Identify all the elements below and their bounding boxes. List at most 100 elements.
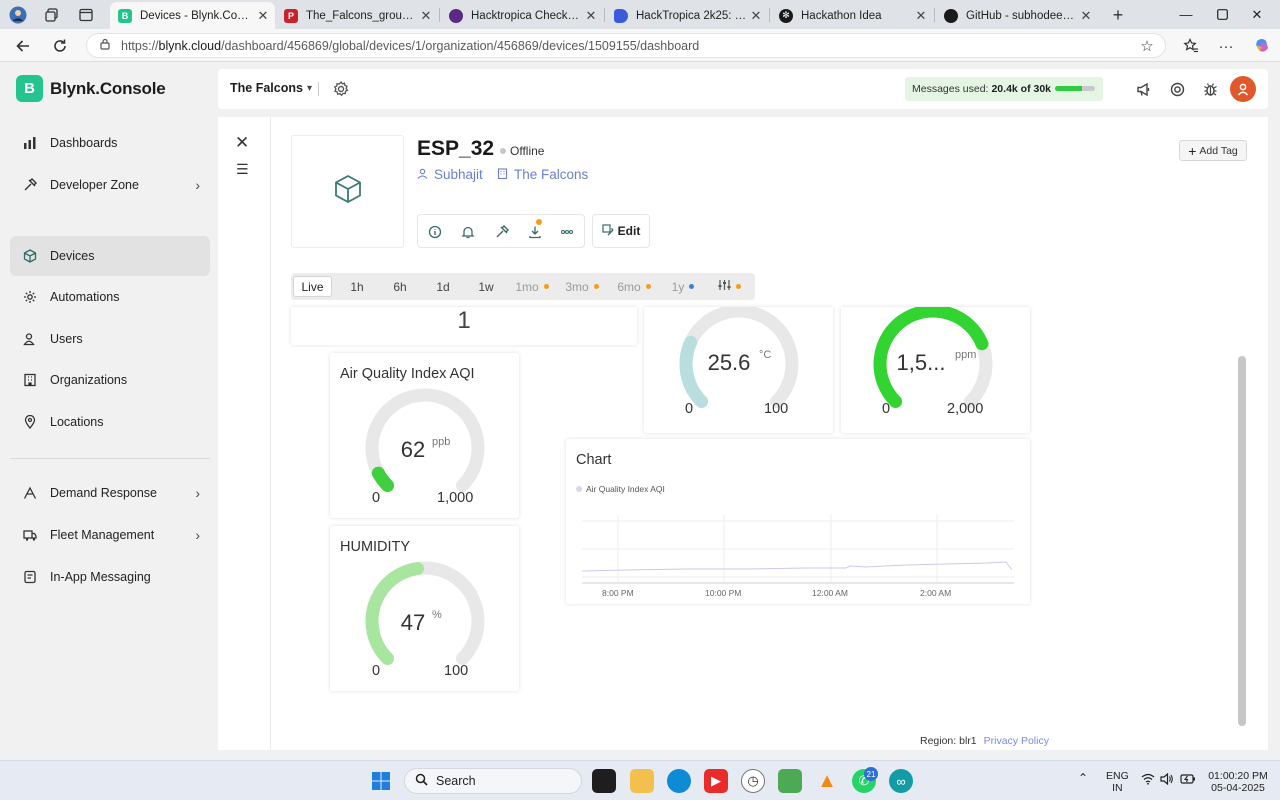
gas-gauge-widget[interactable]: 1,5... ppm 0 2,000: [841, 307, 1030, 433]
back-icon[interactable]: [12, 35, 34, 57]
chevron-right-icon: ›: [195, 527, 200, 543]
favorites-icon[interactable]: [1180, 35, 1202, 57]
sidebar-item-locations[interactable]: Locations: [10, 402, 210, 442]
file-explorer-icon[interactable]: [630, 769, 654, 793]
tab-actions-icon[interactable]: [76, 5, 96, 25]
info-icon[interactable]: [427, 224, 443, 240]
more-options-icon[interactable]: [559, 224, 575, 240]
counter-widget[interactable]: 1: [291, 307, 637, 345]
aqi-gauge-widget[interactable]: Air Quality Index AQI 62 ppb 0 1,000: [330, 353, 519, 518]
panel-rail: ✕ ☰: [218, 117, 271, 750]
sidebar-item-fleet-management[interactable]: Fleet Management ›: [10, 515, 210, 555]
sidebar-item-demand-response[interactable]: Demand Response ›: [10, 473, 210, 513]
range-live[interactable]: Live: [293, 276, 332, 297]
temperature-unit: °C: [759, 349, 772, 361]
vlc-icon[interactable]: ▲: [815, 769, 839, 793]
sliders-icon: [718, 279, 731, 294]
address-bar[interactable]: https://blynk.cloud/dashboard/456869/glo…: [86, 33, 1166, 58]
user-avatar[interactable]: [1230, 76, 1256, 102]
close-panel-icon[interactable]: ✕: [235, 133, 249, 153]
profile-icon[interactable]: [8, 5, 28, 25]
privacy-policy-link[interactable]: Privacy Policy: [984, 735, 1049, 747]
workspaces-icon[interactable]: [42, 5, 62, 25]
refresh-icon[interactable]: [49, 35, 71, 57]
sidebar-item-users[interactable]: Users: [10, 319, 210, 359]
settings-gear-icon[interactable]: [332, 80, 350, 98]
premium-dot: [735, 284, 741, 289]
edit-dashboard-button[interactable]: Edit: [592, 214, 650, 248]
sidebar-item-dashboards[interactable]: Dashboards: [10, 123, 210, 163]
browser-toolbar: https://blynk.cloud/dashboard/456869/glo…: [0, 29, 1280, 62]
tab-github[interactable]: GitHub - subhodeepmaje ✕: [936, 2, 1098, 29]
volume-icon[interactable]: [1160, 772, 1174, 788]
close-tab-icon[interactable]: ✕: [255, 8, 271, 24]
range-1h[interactable]: 1h: [337, 276, 377, 297]
clock[interactable]: 01:00:20 PM 05-04-2025: [1205, 770, 1271, 794]
taskbar-search[interactable]: Search: [404, 768, 582, 794]
sidebar-item-organizations[interactable]: Organizations: [10, 360, 210, 400]
show-hidden-icons-icon[interactable]: ⌃: [1078, 772, 1088, 784]
site-info-icon[interactable]: [99, 38, 111, 53]
counter-value: 1: [457, 307, 471, 334]
range-6mo[interactable]: 6mo: [611, 276, 657, 297]
sidebar-item-in-app-messaging[interactable]: In-App Messaging: [10, 557, 210, 597]
arduino-icon[interactable]: ∞: [889, 769, 913, 793]
copilot-icon[interactable]: [1251, 35, 1273, 57]
humidity-gauge-widget[interactable]: HUMIDITY 47 % 0 100: [330, 526, 519, 691]
edge-browser-icon[interactable]: [667, 769, 691, 793]
organization-selector[interactable]: The Falcons ▾: [230, 81, 312, 95]
close-tab-icon[interactable]: ✕: [1078, 8, 1094, 24]
sidebar-item-developer-zone[interactable]: Developer Zone ›: [10, 165, 210, 205]
device-org-link[interactable]: The Falcons: [497, 167, 588, 182]
temperature-gauge-widget[interactable]: 25.6 °C 0 100: [644, 307, 833, 433]
language-indicator[interactable]: ENG IN: [1106, 770, 1129, 794]
chatgpt-favicon-icon: ✻: [779, 8, 793, 23]
wifi-icon[interactable]: [1141, 773, 1155, 788]
scrollbar[interactable]: [1238, 356, 1246, 726]
range-1y[interactable]: 1y: [663, 276, 703, 297]
x-tick: 8:00 PM: [602, 588, 634, 598]
device-owner-link[interactable]: Subhajit: [417, 167, 483, 182]
tab-blynk-devices[interactable]: B Devices - Blynk.Console ✕: [110, 2, 275, 29]
clock-app-icon[interactable]: ◷: [741, 769, 765, 793]
new-tab-icon[interactable]: +: [1108, 5, 1128, 25]
sidebar-item-automations[interactable]: Automations: [10, 277, 210, 317]
range-custom[interactable]: [709, 276, 749, 297]
tab-hackathon-idea[interactable]: ✻ Hackathon Idea ✕: [771, 2, 933, 29]
close-tab-icon[interactable]: ✕: [583, 8, 599, 24]
sidebar-item-devices[interactable]: Devices: [10, 236, 210, 276]
chart-widget[interactable]: Chart Air Quality Index AQI 8:00 PM 10:0…: [566, 439, 1030, 604]
hacktropica-favicon-icon: [449, 8, 463, 23]
range-1mo[interactable]: 1mo: [509, 276, 555, 297]
close-window-icon[interactable]: ✕: [1234, 0, 1280, 29]
help-lifebuoy-icon[interactable]: [1169, 81, 1185, 97]
tab-falcons-pdf[interactable]: P The_Falcons_group[1].pdf ✕: [276, 2, 438, 29]
megaphone-icon[interactable]: [1135, 81, 1151, 97]
footer: Region: blr1 Privacy Policy: [920, 735, 1049, 747]
menu-icon[interactable]: ☰: [236, 161, 249, 178]
add-tag-button[interactable]: + Add Tag: [1179, 140, 1247, 161]
more-options-icon[interactable]: ···: [1215, 35, 1237, 57]
range-3mo[interactable]: 3mo: [559, 276, 605, 297]
tools-icon[interactable]: [494, 224, 510, 240]
tab-hacktropica-checkpoint[interactable]: Hacktropica Checkpoint U ✕: [441, 2, 603, 29]
sidebar: B Blynk.Console Dashboards Developer Zon…: [0, 62, 218, 760]
tab-hacktropica-dashboard[interactable]: HackTropica 2k25: Dashb ✕: [606, 2, 768, 29]
battery-icon[interactable]: [1180, 773, 1196, 788]
blynk-logo[interactable]: B Blynk.Console: [16, 75, 166, 102]
bug-report-icon[interactable]: [1202, 81, 1218, 97]
bell-icon[interactable]: [460, 224, 476, 240]
close-tab-icon[interactable]: ✕: [418, 8, 434, 24]
task-view-icon[interactable]: [592, 769, 616, 793]
download-icon[interactable]: [527, 224, 543, 240]
range-1w[interactable]: 1w: [466, 276, 506, 297]
youtube-icon[interactable]: ▶: [704, 769, 728, 793]
windows-start-icon[interactable]: [369, 769, 393, 793]
close-tab-icon[interactable]: ✕: [748, 8, 764, 24]
photos-app-icon[interactable]: [778, 769, 802, 793]
range-1d[interactable]: 1d: [423, 276, 463, 297]
favorite-star-icon[interactable]: ☆: [1136, 35, 1158, 57]
aqi-line-chart: [581, 515, 1014, 584]
range-6h[interactable]: 6h: [380, 276, 420, 297]
close-tab-icon[interactable]: ✕: [913, 8, 929, 24]
